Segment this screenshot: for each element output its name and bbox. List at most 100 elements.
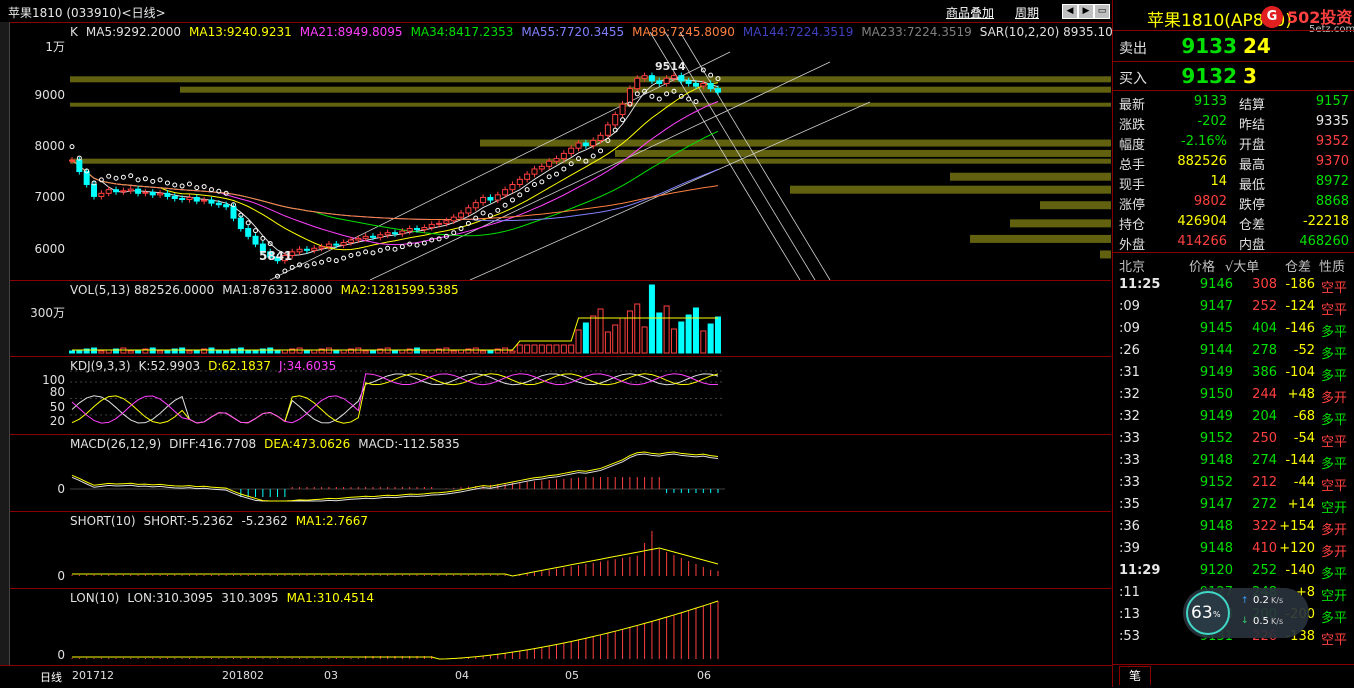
volume-bar [634,303,641,354]
ma-line [71,159,719,221]
tick-row: :32 9150 244 +48 多开 [1113,384,1354,406]
ma-line [71,159,719,222]
candle-body [465,207,472,214]
candle-body [157,192,164,196]
sar-dot [260,235,266,241]
lon-pane[interactable]: LON(10) LON:310.3095 310.3095 MA1:310.4514 … [10,588,1111,665]
stat-row: 现手 14 最低 8972 [1113,172,1354,193]
ask-row[interactable]: 卖出 9133 24 [1113,34,1354,60]
bid-row[interactable]: 买入 9132 3 [1113,64,1354,90]
candle-body [436,222,443,225]
sar-dot [333,258,339,264]
volume-bar [582,322,589,354]
stat-label: 开盘 [1239,138,1266,153]
stat-value: 8868 [1315,194,1349,209]
candle-body [560,152,567,160]
short-chart[interactable] [10,511,1111,588]
kdj-chart[interactable] [10,356,1111,434]
tick-vol: 272 [1252,497,1277,512]
kdj-pane[interactable]: KDJ(9,3,3) K:52.9903 D:62.1837 J:34.6035 10… [10,356,1111,435]
kline-pane[interactable]: K MA5:9292.2000 MA13:9240.9231 MA21:8949.80… [10,22,1213,281]
short-pane[interactable]: SHORT(10) SHORT:-5.2362 -5.2362 MA1:2.7667 … [10,511,1111,589]
candle-body [656,80,663,84]
candle-body [76,159,83,173]
tick-price: 9149 [1199,409,1233,424]
candle-body [670,75,677,79]
candle-body [553,158,560,162]
lon-chart[interactable] [10,588,1111,665]
tick-vol: 404 [1252,321,1277,336]
prev-icon[interactable]: ◀ [1062,4,1078,19]
candle-body [582,142,589,147]
candle-body [641,75,648,79]
period-link[interactable]: 周期 [1015,4,1039,21]
sar-dot [502,202,508,208]
candle-body [538,165,545,170]
candle-body [575,142,582,149]
tick-nature: 多平 [1321,347,1348,362]
tick-vol: 250 [1252,431,1277,446]
tick-nature: 多开 [1321,545,1348,560]
tick-time: :26 [1119,343,1140,358]
candle-body [494,194,501,201]
candle-body [377,234,384,238]
tick-row: 11:29 9120 252 -140 多平 [1113,560,1354,582]
candle-body [105,189,112,194]
stat-label: 涨停 [1119,198,1146,213]
title-bar: 苹果1810 (033910)<日线> 商品叠加 周期 ◀ ▶ ▭ [0,0,1112,23]
stat-value: 9802 [1193,194,1227,209]
x-label: 05 [565,669,579,682]
stat-value: 8972 [1315,174,1349,189]
volume-profile-bar [70,158,1111,164]
sar-dot [524,187,530,193]
sar-dot [208,187,214,193]
stat-value: 9133 [1193,94,1227,109]
candle-body [135,188,142,194]
candle-body [458,212,465,218]
tick-vol: 212 [1252,475,1277,490]
candle-body [164,192,171,197]
bid-label: 买入 [1119,71,1147,87]
ask-label: 卖出 [1119,41,1147,57]
next-icon[interactable]: ▶ [1078,4,1094,19]
tick-time: :13 [1119,607,1140,622]
minimize-icon[interactable]: ▭ [1094,4,1110,19]
sar-dot [598,148,604,154]
tick-nature: 空平 [1321,281,1348,296]
candle-body [303,248,310,251]
left-toolbar-strip[interactable] [0,22,10,665]
candle-body [355,237,362,241]
overlay-commodity-link[interactable]: 商品叠加 [946,4,994,21]
tick-time: :32 [1119,409,1140,424]
tick-oi: -144 [1285,453,1315,468]
tick-oi: -104 [1285,365,1315,380]
tick-time: :32 [1119,387,1140,402]
tick-time: :33 [1119,431,1140,446]
volume-bar [715,316,721,354]
candle-body [612,114,619,126]
stat-value: 14 [1210,174,1227,189]
macd-pane[interactable]: MACD(26,12,9) DIFF:416.7708 DEA:473.0626 MA… [10,434,1111,512]
volume-bar [641,326,648,354]
vol-chart[interactable] [10,280,1111,356]
macd-chart[interactable] [10,434,1111,511]
stat-label: 幅度 [1119,138,1146,153]
tick-header-price: 价格 [1189,260,1216,275]
sar-dot [377,247,383,253]
sar-dot [135,177,141,183]
tick-oi: +14 [1287,497,1315,512]
candle-body [502,189,509,196]
kline-chart[interactable] [10,22,1111,280]
x-axis: 日线 201712 201802 03 04 05 06 [0,665,1112,688]
sar-dot [319,259,325,265]
stat-label: 总手 [1119,158,1146,173]
volume-profile-bar [790,185,1111,194]
chart-area[interactable]: K MA5:9292.2000 MA13:9240.9231 MA21:8949.80… [10,22,1213,665]
vol-pane[interactable]: VOL(5,13) 882526.0000 MA1:876312.8000 MA2:… [10,280,1111,357]
tab-ticks[interactable]: 笔 [1119,666,1151,685]
tick-vol: 274 [1252,453,1277,468]
network-speed-widget[interactable]: 63 % ↑ 0.2 K/s ↓ 0.5 K/s [1183,588,1309,638]
volume-bar [186,350,193,354]
volume-bar [333,350,340,354]
quote-panel[interactable]: 苹果1810(AP810) G 502投资 5etz.com 卖出 9133 2… [1112,0,1354,687]
